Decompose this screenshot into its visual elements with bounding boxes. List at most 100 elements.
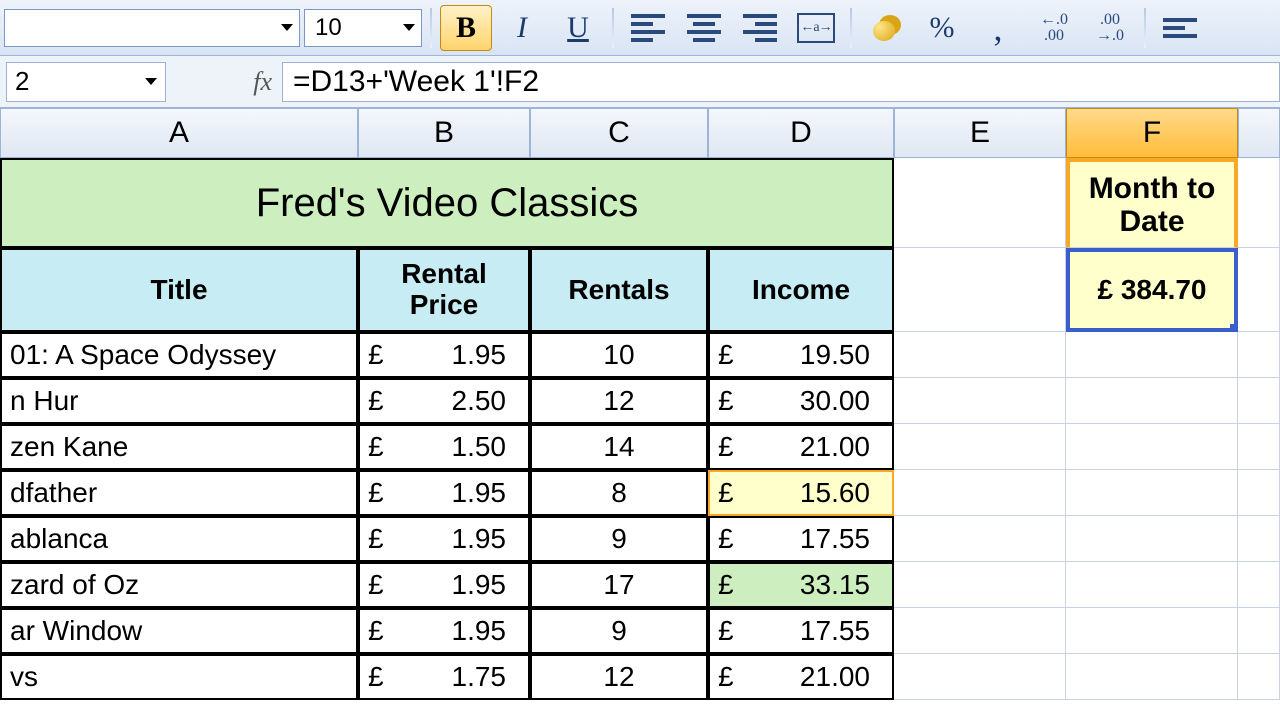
cell-price[interactable]: £1.95 — [358, 562, 530, 608]
italic-button[interactable]: I — [496, 5, 548, 51]
cell-income[interactable]: £17.55 — [708, 608, 894, 654]
month-to-date-header[interactable]: Month to Date — [1066, 158, 1238, 248]
increase-decimal-button[interactable]: ←.0 .00 — [1028, 5, 1080, 51]
hdr-title[interactable]: Title — [0, 248, 358, 332]
currency-button[interactable] — [860, 5, 912, 51]
cell-price[interactable]: £1.95 — [358, 516, 530, 562]
cell-rentals[interactable]: 8 — [530, 470, 708, 516]
cell-price[interactable]: £1.95 — [358, 608, 530, 654]
cell-empty[interactable] — [894, 516, 1066, 562]
col-header-c[interactable]: C — [530, 108, 708, 158]
col-header-f[interactable]: F — [1066, 108, 1238, 158]
font-size-value: 10 — [315, 14, 342, 42]
cell-rentals[interactable]: 17 — [530, 562, 708, 608]
fx-label[interactable]: fx — [172, 67, 282, 97]
cell-price[interactable]: £2.50 — [358, 378, 530, 424]
cell-empty[interactable] — [1238, 470, 1280, 516]
cell-title[interactable]: dfather — [0, 470, 358, 516]
cell-rentals[interactable]: 9 — [530, 608, 708, 654]
name-box-value: 2 — [15, 66, 29, 97]
cell-income[interactable]: £21.00 — [708, 654, 894, 700]
cell-empty[interactable] — [1238, 608, 1280, 654]
cell-rentals[interactable]: 12 — [530, 378, 708, 424]
cell-empty[interactable] — [1238, 562, 1280, 608]
cell-empty[interactable] — [894, 562, 1066, 608]
cell-empty[interactable] — [894, 158, 1066, 248]
percent-button[interactable]: % — [916, 5, 968, 51]
cell-title[interactable]: zen Kane — [0, 424, 358, 470]
cell-empty[interactable] — [894, 470, 1066, 516]
indent-button[interactable] — [1154, 5, 1206, 51]
cell-empty[interactable] — [1066, 378, 1238, 424]
cell-price[interactable]: £1.75 — [358, 654, 530, 700]
cell-empty[interactable] — [894, 424, 1066, 470]
cell-empty[interactable] — [894, 248, 1066, 332]
cell-price[interactable]: £1.95 — [358, 332, 530, 378]
cell-empty[interactable] — [1066, 562, 1238, 608]
hdr-price[interactable]: Rental Price — [358, 248, 530, 332]
chevron-down-icon — [403, 24, 415, 31]
comma-style-button[interactable]: , — [972, 5, 1024, 51]
cell-empty[interactable] — [1066, 654, 1238, 700]
formula-input[interactable]: =D13+'Week 1'!F2 — [282, 62, 1280, 102]
cell-empty[interactable] — [1238, 424, 1280, 470]
cell-rentals[interactable]: 12 — [530, 654, 708, 700]
col-header-g[interactable] — [1238, 108, 1280, 158]
decrease-decimal-button[interactable]: .00 →.0 — [1084, 5, 1136, 51]
cell-income[interactable]: £30.00 — [708, 378, 894, 424]
col-header-b[interactable]: B — [358, 108, 530, 158]
col-header-e[interactable]: E — [894, 108, 1066, 158]
hdr-income[interactable]: Income — [708, 248, 894, 332]
cell-empty[interactable] — [894, 378, 1066, 424]
cell-price[interactable]: £1.95 — [358, 470, 530, 516]
cell-empty[interactable] — [894, 654, 1066, 700]
font-size-combo[interactable]: 10 — [304, 9, 422, 47]
cell-title[interactable]: vs — [0, 654, 358, 700]
col-header-d[interactable]: D — [708, 108, 894, 158]
toolbar-separator — [1144, 8, 1146, 48]
merge-cells-button[interactable] — [790, 5, 842, 51]
cell-empty[interactable] — [1066, 470, 1238, 516]
cell-title[interactable]: ar Window — [0, 608, 358, 654]
col-header-a[interactable]: A — [0, 108, 358, 158]
cell-income[interactable]: £17.55 — [708, 516, 894, 562]
cell-rentals[interactable]: 14 — [530, 424, 708, 470]
align-center-button[interactable] — [678, 5, 730, 51]
toolbar-separator — [430, 8, 432, 48]
align-left-button[interactable] — [622, 5, 674, 51]
cell-income[interactable]: £15.60 — [708, 470, 894, 516]
chevron-down-icon — [281, 24, 293, 31]
bold-button[interactable]: B — [440, 5, 492, 51]
cell-empty[interactable] — [1238, 654, 1280, 700]
cell-rentals[interactable]: 9 — [530, 516, 708, 562]
cell-empty[interactable] — [894, 332, 1066, 378]
cell-empty[interactable] — [1238, 332, 1280, 378]
cell-income[interactable]: £33.15 — [708, 562, 894, 608]
cell-empty[interactable] — [1238, 248, 1280, 332]
cell-empty[interactable] — [894, 608, 1066, 654]
cell-empty[interactable] — [1066, 608, 1238, 654]
align-right-button[interactable] — [734, 5, 786, 51]
month-to-date-value[interactable]: £ 384.70 — [1066, 248, 1238, 332]
cell-empty[interactable] — [1066, 424, 1238, 470]
cell-income[interactable]: £21.00 — [708, 424, 894, 470]
title-merged[interactable]: Fred's Video Classics — [0, 158, 894, 248]
cell-price[interactable]: £1.50 — [358, 424, 530, 470]
cell-income[interactable]: £19.50 — [708, 332, 894, 378]
cell-title[interactable]: n Hur — [0, 378, 358, 424]
cell-empty[interactable] — [1066, 516, 1238, 562]
font-name-combo[interactable] — [4, 9, 300, 47]
underline-button[interactable]: U — [552, 5, 604, 51]
increase-decimal-icon: ←.0 .00 — [1040, 12, 1068, 44]
cell-empty[interactable] — [1238, 158, 1280, 248]
spreadsheet-grid[interactable]: A B C D E F Fred's Video Classics Month … — [0, 108, 1280, 700]
cell-title[interactable]: ablanca — [0, 516, 358, 562]
name-box[interactable]: 2 — [6, 62, 166, 102]
cell-title[interactable]: 01: A Space Odyssey — [0, 332, 358, 378]
cell-empty[interactable] — [1238, 378, 1280, 424]
hdr-rentals[interactable]: Rentals — [530, 248, 708, 332]
cell-rentals[interactable]: 10 — [530, 332, 708, 378]
cell-empty[interactable] — [1238, 516, 1280, 562]
cell-title[interactable]: zard of Oz — [0, 562, 358, 608]
cell-empty[interactable] — [1066, 332, 1238, 378]
